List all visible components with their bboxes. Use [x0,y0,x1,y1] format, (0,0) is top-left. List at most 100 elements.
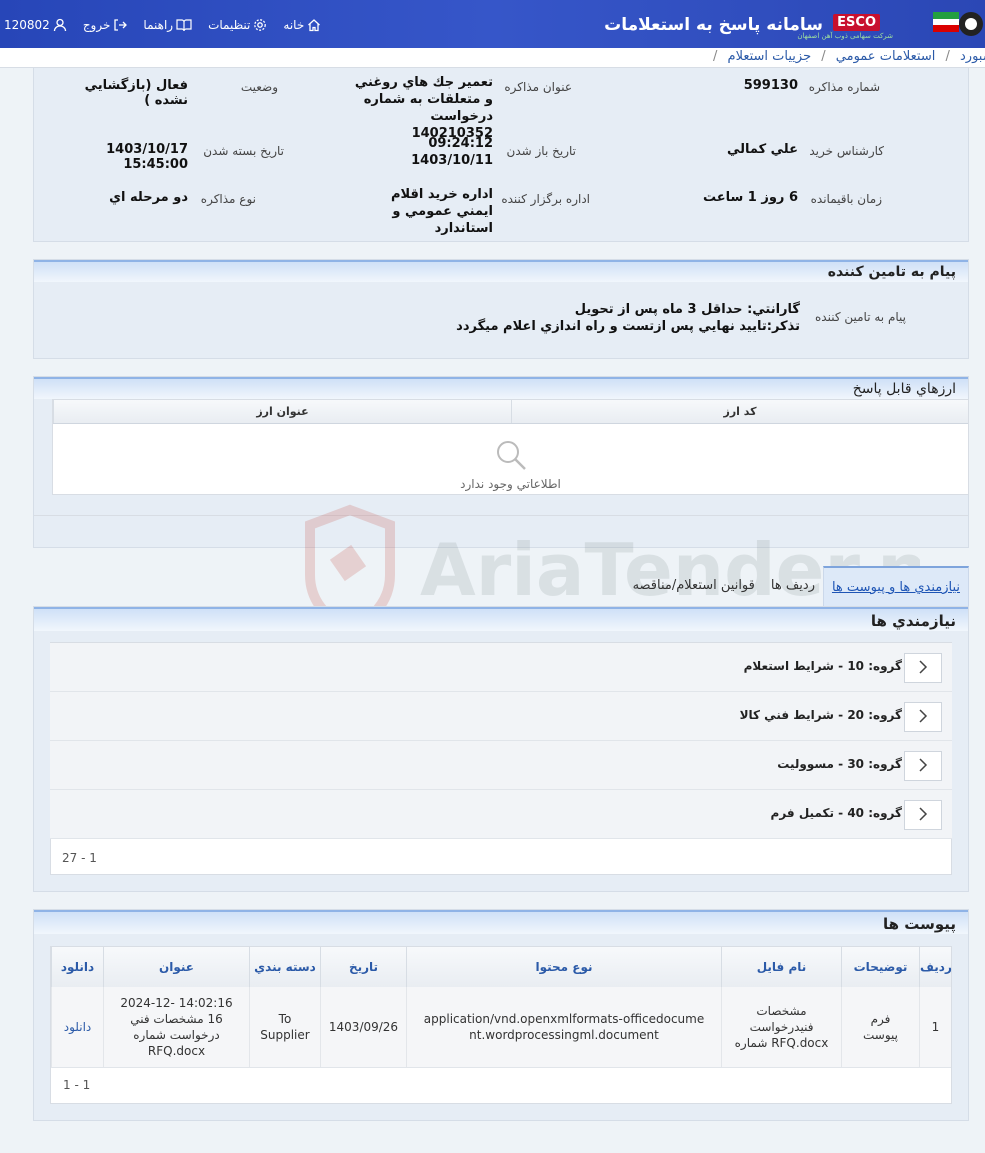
cell-description: فرم پيوست [841,987,919,1067]
cell-upload-date: 1403/09/26 [320,987,406,1067]
header-description[interactable]: توضيحات [841,947,919,987]
header-row-number[interactable]: رديف [919,947,952,987]
user-id: 120802 [4,18,50,32]
status-label: وضعيت [240,80,278,94]
home-icon [307,18,321,32]
header-upload-date[interactable]: تاريخ بارگزاري [320,947,406,1014]
header-category[interactable]: دسته بندي [249,947,320,987]
help-link[interactable]: راهنما [143,18,192,32]
tab-rows[interactable]: رديف ها [763,566,823,606]
top-bar: ESCO شرکت سهامی ذوب آهن اصفهان سامانه پا… [0,0,985,48]
attachments-pager: 1 - 1 [63,1078,91,1092]
currencies-heading: ارزهاي قابل پاسخ [34,377,968,399]
header-file-name[interactable]: نام فايل [721,947,841,987]
settings-label: تنظيمات [208,18,251,32]
expand-button[interactable] [904,653,942,683]
currencies-panel: ارزهاي قابل پاسخ کد ارز عنوان ارز اطلاعا… [33,376,969,548]
currency-title-header[interactable]: عنوان ارز [53,400,511,423]
breadcrumb-public-inquiries[interactable]: استعلامات عمومي [836,48,936,66]
book-icon [176,18,192,32]
currencies-header-row: کد ارز عنوان ارز [53,400,968,424]
chevron-right-icon [918,659,928,677]
requirement-group[interactable]: گروه: 20 - شرايط فني كالا [50,692,952,741]
negotiation-number: 599130 [743,78,798,93]
cell-content-type: application/vnd.openxmlformats-officedoc… [406,987,721,1067]
group-label: گروه: 20 - شرايط فني كالا [739,708,902,722]
requirements-heading: نيازمندي ها [34,607,968,631]
tab-requirements-attachments[interactable]: نيازمندي ها و پيوست ها [822,566,969,606]
buyer-label: کارشناس خريد [809,144,884,158]
chevron-right-icon [918,757,928,775]
gear-icon [253,18,267,32]
empty-message: اطلاعاتي وجود ندارد [460,477,561,491]
negotiation-number-label: شماره مذاکره [808,80,880,94]
chevron-right-icon [918,806,928,824]
cell-category: To Supplier [249,987,320,1067]
breadcrumb-inquiry-details: جزييات استعلام [727,49,812,64]
tab-rules[interactable]: قوانين استعلام/مناقصه [625,566,763,606]
settings-link[interactable]: تنظيمات [208,18,267,32]
negotiation-type-label: نوع مذاکره [200,192,256,206]
user-icon [53,18,67,32]
supplier-message-line1: گارانتي: حداقل 3 ماه پس از تحويل [574,302,800,317]
requirement-group[interactable]: گروه: 40 - تكميل فرم [50,790,952,839]
home-link[interactable]: خانه [283,18,321,32]
group-label: گروه: 40 - تكميل فرم [770,806,902,820]
group-label: گروه: 30 - مسووليت [777,757,902,771]
download-link[interactable]: دانلود [51,987,103,1067]
requirement-group[interactable]: گروه: 10 - شرايط استعلام [50,643,952,692]
currency-code-header[interactable]: کد ارز [511,400,968,423]
cell-file-name: مشخصات فنيدرخواست شماره RFQ.docx [721,987,841,1067]
organizer: اداره خريد اقلام ايمني عمومي و استاندارد [390,187,493,236]
negotiation-title: تعمير جك هاي روغني و متعلقات به شماره در… [354,75,493,141]
group-label: گروه: 10 - شرايط استعلام [743,659,902,673]
open-date-label: تاريخ باز شدن [506,144,576,158]
status-value: فعال (بازگشايي نشده ) [84,78,188,108]
inquiry-details-panel: شماره مذاکره 599130 کارشناس خريد علي کما… [33,68,969,242]
chevron-right-icon [918,708,928,726]
header-download[interactable]: دانلود [51,947,103,987]
header-title[interactable]: عنوان [103,947,249,987]
remaining-time: 6 روز 1 ساعت [702,190,798,205]
requirements-pager: 1 - 27 [62,851,97,865]
help-label: راهنما [143,18,174,32]
expand-button[interactable] [904,800,942,830]
logout-link[interactable]: خروج [83,18,128,32]
organizer-label: اداره برگزار کننده [501,192,590,206]
negotiation-type: دو مرحله اي [109,190,188,205]
negotiation-title-label: عنوان مذاکره [504,80,572,94]
close-date: 1403/10/17 15:45:00 [106,142,188,172]
remaining-time-label: زمان باقيمانده [810,192,882,206]
breadcrumb: داشبورد / استعلامات عمومي / جزييات استعل… [0,48,985,68]
currencies-table: کد ارز عنوان ارز اطلاعاتي وجود ندارد [52,399,969,495]
detail-tabs: نيازمندي ها و پيوست ها رديف ها قوانين اس… [625,566,969,606]
logout-icon [113,18,128,32]
organization-logo [925,4,985,46]
close-date-label: تاريخ بسته شدن [203,144,284,158]
user-menu[interactable]: 120802 [4,18,67,32]
currencies-footer [34,515,968,516]
requirement-group[interactable]: گروه: 30 - مسووليت [50,741,952,790]
breadcrumb-dashboard[interactable]: داشبورد [960,48,985,66]
supplier-message-label: پيام به تامين کننده [815,310,906,324]
currencies-empty-state: اطلاعاتي وجود ندارد [53,424,968,491]
header-content-type[interactable]: نوع محتوا [406,947,721,987]
supplier-message-line2: تذكر:تاييد نهايي پس ازتست و راه اندازي ا… [456,319,800,334]
search-icon [494,438,528,475]
attachments-heading: پيوست ها [34,910,968,934]
expand-button[interactable] [904,751,942,781]
expand-button[interactable] [904,702,942,732]
logout-label: خروج [82,18,111,32]
attachments-table: رديف توضيحات نام فايل نوع محتوا تاريخ با… [50,946,952,1104]
cell-title: 14:02:16 2024-12-16 مشخصات فني درخواست ش… [103,987,249,1067]
cell-row-number: 1 [919,987,951,1067]
esco-logo: ESCO [833,14,880,31]
attachments-divider [51,1067,951,1068]
top-nav: 120802 خروج راهنما تنظيمات خانه [4,18,321,32]
home-label: خانه [283,18,305,32]
supplier-message-heading: پيام به تامين کننده [34,260,968,282]
app-title: سامانه پاسخ به استعلامات [604,15,823,35]
supplier-message-panel: پيام به تامين کننده پيام به تامين کننده … [33,259,969,359]
open-time: 09:24:12 [428,136,493,151]
open-date: 1403/10/11 [411,153,493,168]
